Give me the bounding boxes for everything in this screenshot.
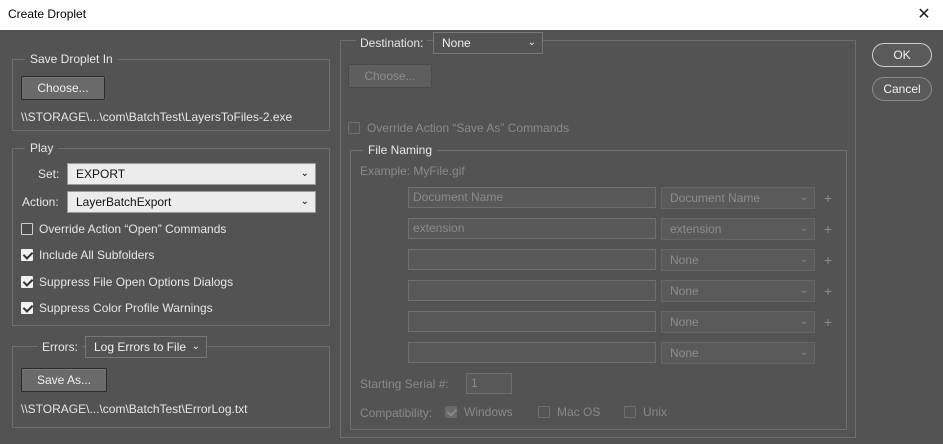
naming-select-value: None [670,346,699,360]
naming-example: Example: MyFile.gif [360,164,465,178]
errors-label: Errors: [38,340,82,354]
error-log-path: \\STORAGE\...\com\BatchTest\ErrorLog.txt [21,402,248,416]
set-select[interactable]: EXPORT ⌄ [67,163,316,185]
serial-input[interactable]: 1 [466,373,512,394]
add-row-plus-icon[interactable]: + [824,284,832,298]
naming-field[interactable] [408,311,656,332]
add-row-plus-icon[interactable]: + [824,222,832,236]
chevron-down-icon: ⌄ [527,37,536,48]
droplet-choose-button[interactable]: Choose... [21,76,105,100]
file-naming-legend: File Naming [363,143,438,157]
naming-field[interactable] [408,249,656,270]
naming-field[interactable] [408,280,656,301]
include-subfolders-label: Include All Subfolders [39,248,155,262]
set-select-value: EXPORT [76,167,126,181]
cancel-button[interactable]: Cancel [872,77,932,101]
chevron-down-icon: ⌄ [799,347,808,358]
chevron-down-icon: ⌄ [799,285,808,296]
naming-select[interactable]: extension ⌄ [661,218,815,240]
errors-select[interactable]: Log Errors to File ⌄ [85,336,207,358]
override-save-as-label: Override Action “Save As” Commands [367,121,570,135]
save-droplet-legend: Save Droplet In [25,52,118,66]
errors-select-value: Log Errors to File [94,340,187,354]
naming-select[interactable]: Document Name ⌄ [661,187,815,209]
macos-checkbox[interactable] [538,406,550,418]
naming-select-value: None [670,315,699,329]
naming-select-value: None [670,284,699,298]
suppress-color-warnings-checkbox[interactable] [21,302,33,314]
action-label: Action: [22,195,59,209]
chevron-down-icon: ⌄ [191,341,200,352]
naming-field[interactable] [408,342,656,363]
chevron-down-icon: ⌄ [799,223,808,234]
play-legend: Play [25,141,59,155]
title-bar: Create Droplet ✕ [0,0,943,30]
windows-checkbox[interactable] [445,406,457,418]
unix-checkbox[interactable] [624,406,636,418]
include-subfolders-checkbox[interactable] [21,249,33,261]
naming-field[interactable]: extension [408,218,656,239]
windows-label: Windows [464,405,513,419]
naming-select[interactable]: None ⌄ [661,311,815,333]
droplet-path: \\STORAGE\...\com\BatchTest\LayersToFile… [21,110,293,124]
override-open-label: Override Action “Open” Commands [39,222,227,236]
add-row-plus-icon[interactable]: + [824,315,832,329]
naming-select-value: extension [670,222,722,236]
compatibility-label: Compatibility: [360,406,433,420]
close-icon[interactable]: ✕ [913,4,935,26]
destination-select[interactable]: None ⌄ [433,32,543,54]
naming-select-value: Document Name [670,191,761,205]
destination-label: Destination: [356,36,428,50]
unix-label: Unix [643,405,668,419]
destination-choose-button[interactable]: Choose... [348,64,432,88]
action-select-value: LayerBatchExport [76,195,172,209]
destination-select-value: None [442,36,471,50]
chevron-down-icon: ⌄ [799,254,808,265]
naming-field[interactable]: Document Name [408,187,656,208]
macos-label: Mac OS [557,405,601,419]
add-row-plus-icon[interactable]: + [824,191,832,205]
serial-label: Starting Serial #: [360,377,449,391]
set-label: Set: [38,167,60,181]
override-open-checkbox[interactable] [21,223,33,235]
chevron-down-icon: ⌄ [300,196,309,207]
suppress-open-dialogs-label: Suppress File Open Options Dialogs [39,275,234,289]
action-select[interactable]: LayerBatchExport ⌄ [67,191,316,213]
naming-select[interactable]: None ⌄ [661,342,815,364]
window-title: Create Droplet [8,7,87,21]
suppress-open-dialogs-checkbox[interactable] [21,276,33,288]
override-save-as-checkbox[interactable] [348,122,360,134]
naming-select[interactable]: None ⌄ [661,280,815,302]
suppress-color-warnings-label: Suppress Color Profile Warnings [39,301,213,315]
ok-button[interactable]: OK [872,43,932,67]
chevron-down-icon: ⌄ [300,168,309,179]
chevron-down-icon: ⌄ [799,192,808,203]
naming-select-value: None [670,253,699,267]
chevron-down-icon: ⌄ [799,316,808,327]
naming-select[interactable]: None ⌄ [661,249,815,271]
add-row-plus-icon[interactable]: + [824,253,832,267]
save-as-button[interactable]: Save As... [21,368,107,392]
